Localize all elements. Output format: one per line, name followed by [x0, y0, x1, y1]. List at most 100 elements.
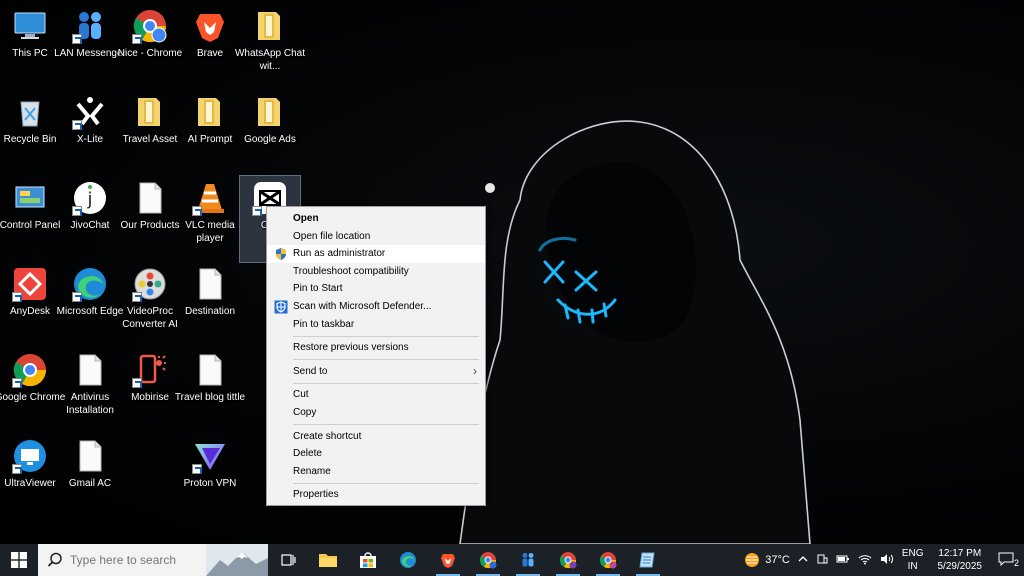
taskbar-file-explorer[interactable] [308, 544, 348, 576]
taskbar-microsoft-store[interactable] [348, 544, 388, 576]
menu-item-send-to[interactable]: Send to › [267, 363, 485, 381]
vlc-icon [192, 180, 228, 216]
taskbar-search-box[interactable] [38, 544, 268, 576]
desktop[interactable]: This PC LAN Messenger Nice - Chrome Brav… [0, 0, 1024, 544]
context-menu: Open Open file location Run as administr… [266, 206, 486, 506]
desktop-icon-gmail-ac[interactable]: Gmail AC [60, 434, 120, 520]
menu-separator [293, 482, 479, 484]
taskbar-chrome-profile-n[interactable] [468, 544, 508, 576]
taskbar-google-chrome[interactable] [548, 544, 588, 576]
system-tray: 37°C ENG IN 12:17 PM 5/29/2025 2 [743, 544, 1024, 576]
notification-center-button[interactable]: 2 [992, 552, 1024, 569]
menu-item-create-shortcut[interactable]: Create shortcut [267, 428, 485, 446]
ultraviewer-icon [12, 438, 48, 474]
control-panel-icon [12, 180, 48, 216]
lan-messenger-icon [72, 8, 108, 44]
language-indicator[interactable]: ENG IN [898, 547, 928, 573]
menu-item-delete[interactable]: Delete [267, 445, 485, 463]
taskbar: 37°C ENG IN 12:17 PM 5/29/2025 2 [0, 544, 1024, 576]
weather-sun-icon[interactable] [743, 551, 761, 569]
shortcut-arrow-icon [132, 34, 142, 44]
clock[interactable]: 12:17 PM 5/29/2025 [928, 547, 993, 573]
shortcut-arrow-icon [72, 120, 82, 130]
search-input[interactable] [70, 553, 190, 567]
shortcut-arrow-icon [132, 378, 142, 388]
uac-shield-icon [276, 248, 286, 261]
menu-item-rename[interactable]: Rename [267, 463, 485, 481]
menu-item-properties[interactable]: Properties [267, 486, 485, 504]
lan-messenger-icon [522, 553, 534, 567]
shortcut-arrow-icon [72, 206, 82, 216]
taskbar-task-view[interactable] [268, 544, 308, 576]
document-icon [192, 352, 228, 388]
brave-icon [441, 554, 455, 568]
edge-icon [72, 266, 108, 302]
menu-separator [293, 335, 479, 337]
document-icon [72, 438, 108, 474]
battery-icon[interactable] [832, 553, 854, 568]
svg-text:j: j [86, 189, 92, 210]
this-pc-icon [12, 8, 48, 44]
menu-item-open-file-location[interactable]: Open file location [267, 228, 485, 246]
notification-icon [998, 552, 1014, 566]
shortcut-arrow-icon [132, 292, 142, 302]
chrome-icon [12, 352, 48, 388]
taskbar-lan-messenger[interactable] [508, 544, 548, 576]
start-button[interactable] [0, 544, 38, 576]
desktop-icon-whatsapp-chat-folder[interactable]: WhatsApp Chat wit... [235, 4, 305, 90]
task-view-icon [281, 554, 296, 566]
weather-temperature[interactable]: 37°C [761, 554, 794, 566]
menu-item-copy[interactable]: Copy [267, 404, 485, 422]
anydesk-icon [12, 266, 48, 302]
menu-item-pin-to-start[interactable]: Pin to Start [267, 280, 485, 298]
recycle-bin-icon [12, 94, 48, 130]
folder-icon [132, 94, 168, 130]
menu-item-cut[interactable]: Cut [267, 386, 485, 404]
chrome-profile-icon [599, 552, 617, 569]
file-explorer-icon [319, 554, 337, 567]
menu-item-troubleshoot-compatibility[interactable]: Troubleshoot compatibility [267, 263, 485, 281]
light-dot [485, 183, 495, 193]
chrome-icon [559, 552, 577, 569]
jivochat-icon: j [72, 180, 108, 216]
menu-item-restore-previous-versions[interactable]: Restore previous versions [267, 339, 485, 357]
shortcut-arrow-icon [12, 464, 22, 474]
show-hidden-icons-chevron-icon[interactable] [794, 554, 812, 567]
desktop-icon-destination[interactable]: Destination [180, 262, 240, 348]
search-highlight-mountain-icon [206, 544, 268, 576]
desktop-icon-proton-vpn[interactable]: Proton VPN [180, 434, 240, 520]
brave-icon [192, 8, 228, 44]
videoproc-icon [132, 266, 168, 302]
document-icon [192, 266, 228, 302]
taskbar-notepad[interactable] [628, 544, 668, 576]
menu-separator [293, 382, 479, 384]
notepad-icon [639, 552, 655, 568]
shortcut-arrow-icon [72, 292, 82, 302]
chrome-profile-icon [132, 8, 168, 44]
menu-separator [293, 359, 479, 361]
desktop-icon-google-ads-folder[interactable]: Google Ads [240, 90, 300, 176]
desktop-icon-travel-blog-tittle[interactable]: Travel blog tittle [175, 348, 245, 434]
notification-count-badge: 2 [1013, 557, 1019, 568]
shortcut-arrow-icon [72, 34, 82, 44]
menu-item-pin-to-taskbar[interactable]: Pin to taskbar [267, 316, 485, 334]
menu-item-run-as-administrator[interactable]: Run as administrator [267, 245, 485, 263]
document-icon [132, 180, 168, 216]
menu-item-open[interactable]: Open [267, 210, 485, 228]
menu-separator [293, 424, 479, 426]
device-icon[interactable] [812, 553, 832, 568]
folder-icon [252, 94, 288, 130]
edge-icon [400, 552, 416, 568]
taskbar-edge[interactable] [388, 544, 428, 576]
taskbar-brave[interactable] [428, 544, 468, 576]
folder-icon [192, 94, 228, 130]
menu-item-scan-with-defender[interactable]: Scan with Microsoft Defender... [267, 298, 485, 316]
wifi-icon[interactable] [854, 553, 876, 568]
volume-icon[interactable] [876, 553, 898, 568]
shortcut-arrow-icon [252, 206, 262, 216]
taskbar-chrome-profile-2[interactable] [588, 544, 628, 576]
folder-icon [252, 8, 288, 44]
proton-vpn-icon [192, 438, 228, 474]
x-lite-icon [72, 94, 108, 130]
windows-logo-icon [11, 552, 27, 568]
